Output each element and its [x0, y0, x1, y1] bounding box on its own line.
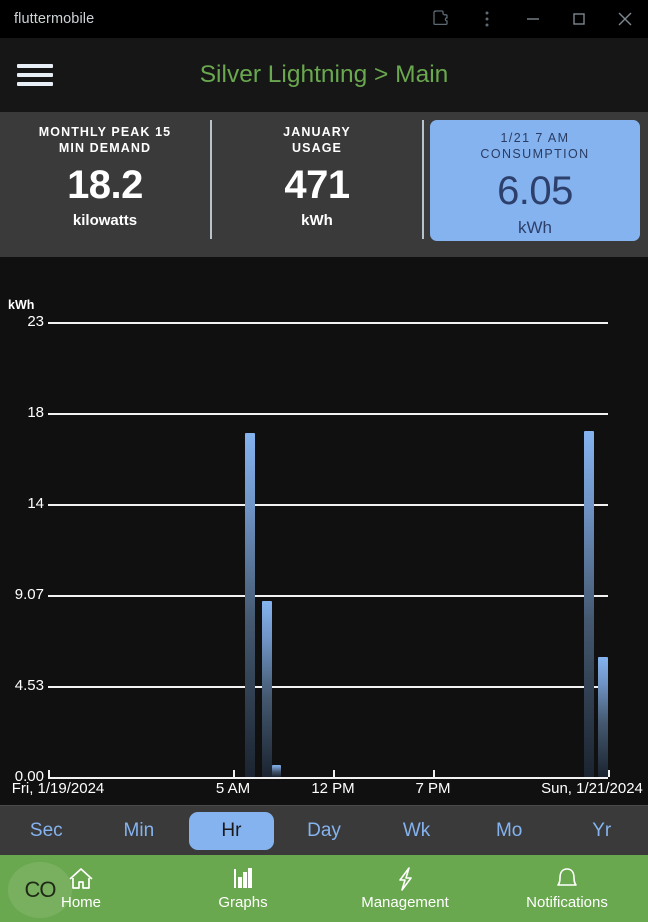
nav-item-management[interactable]: Management — [324, 866, 486, 911]
chart-gridline — [48, 686, 608, 688]
stat-unit: kilowatts — [73, 212, 137, 229]
stat-caption: JANUARY USAGE — [283, 124, 351, 156]
nav-item-notifications[interactable]: Notifications — [486, 866, 648, 911]
chart-bar[interactable] — [598, 657, 608, 777]
chart-bar[interactable] — [272, 765, 281, 777]
stat-value: 471 — [284, 162, 349, 208]
x-axis-tick-label: Fri, 1/19/2024 — [12, 780, 105, 797]
stat-caption-line2: MIN DEMAND — [59, 141, 151, 155]
app-bar: Silver Lightning > Main — [0, 38, 648, 112]
minimize-button[interactable] — [510, 0, 556, 38]
hamburger-bar — [17, 73, 53, 77]
hamburger-bar — [17, 64, 53, 68]
stat-caption-line2: USAGE — [292, 141, 342, 155]
stat-card-selected-consumption[interactable]: 1/21 7 AM CONSUMPTION 6.05 kWh — [430, 120, 640, 241]
window-titlebar: fluttermobile — [0, 0, 648, 38]
extension-icon[interactable] — [418, 0, 464, 38]
stat-unit: kWh — [518, 218, 552, 238]
x-axis-tick-label: 7 PM — [415, 780, 450, 797]
app-root: fluttermobile Silver Lightning > Main — [0, 0, 648, 922]
stat-card-january-usage: JANUARY USAGE 471 kWh — [212, 112, 422, 257]
chart-bar[interactable] — [262, 601, 272, 777]
stat-caption: 1/21 7 AM CONSUMPTION — [480, 130, 589, 162]
stat-caption-line2: CONSUMPTION — [480, 147, 589, 161]
x-axis-tick — [608, 770, 610, 777]
stat-caption-line1: MONTHLY PEAK 15 — [39, 125, 172, 139]
maximize-button[interactable] — [556, 0, 602, 38]
y-axis-tick-label: 23 — [0, 313, 44, 330]
stat-caption-line1: JANUARY — [283, 125, 351, 139]
co-overlay-badge[interactable]: CO — [8, 862, 72, 918]
nav-label: Management — [361, 894, 449, 911]
bar-chart-icon — [228, 866, 258, 892]
range-option-sec[interactable]: Sec — [4, 812, 89, 850]
stat-caption-line1: 1/21 7 AM — [501, 131, 570, 145]
hamburger-bar — [17, 82, 53, 86]
chart-gridline — [48, 504, 608, 506]
x-axis-tick-label: Sun, 1/21/2024 — [541, 780, 643, 797]
page-title: Silver Lightning > Main — [0, 61, 648, 89]
x-axis-tick — [333, 770, 335, 777]
x-axis-tick-label: 5 AM — [216, 780, 250, 797]
chart-gridline — [48, 595, 608, 597]
window-title: fluttermobile — [14, 11, 94, 27]
x-axis-tick-label: 12 PM — [311, 780, 354, 797]
chart-gridline — [48, 777, 608, 779]
chart-gridline — [48, 322, 608, 324]
hamburger-icon[interactable] — [12, 55, 58, 95]
range-option-hr[interactable]: Hr — [189, 812, 274, 850]
stat-divider — [422, 120, 424, 239]
lightning-bolt-icon — [390, 866, 420, 892]
x-axis-tick — [233, 770, 235, 777]
range-option-wk[interactable]: Wk — [374, 812, 459, 850]
y-axis-tick-label: 9.07 — [0, 586, 44, 603]
nav-label: Graphs — [218, 894, 267, 911]
stat-value: 6.05 — [497, 168, 573, 214]
overflow-menu-icon[interactable] — [464, 0, 510, 38]
range-option-mo[interactable]: Mo — [467, 812, 552, 850]
y-axis-tick-label: 4.53 — [0, 677, 44, 694]
x-axis-tick — [48, 770, 50, 777]
stat-unit: kWh — [301, 212, 333, 229]
time-range-selector[interactable]: SecMinHrDayWkMoYr — [0, 805, 648, 855]
chart-bar[interactable] — [584, 431, 594, 777]
stat-caption: MONTHLY PEAK 15 MIN DEMAND — [39, 124, 172, 156]
chart-plot-area[interactable]: 2318149.074.530.00Fri, 1/19/20245 AM12 P… — [0, 257, 648, 805]
close-button[interactable] — [602, 0, 648, 38]
bell-icon — [552, 866, 582, 892]
x-axis-tick — [433, 770, 435, 777]
range-option-min[interactable]: Min — [97, 812, 182, 850]
range-option-yr[interactable]: Yr — [559, 812, 644, 850]
nav-label: Notifications — [526, 894, 608, 911]
stat-value: 18.2 — [67, 162, 143, 208]
y-axis-tick-label: 14 — [0, 495, 44, 512]
chart-gridline — [48, 413, 608, 415]
summary-stats-row: MONTHLY PEAK 15 MIN DEMAND 18.2 kilowatt… — [0, 112, 648, 257]
bottom-navigation: Home Graphs Management Notifications — [0, 855, 648, 922]
usage-chart[interactable]: kWh 2318149.074.530.00Fri, 1/19/20245 AM… — [0, 257, 648, 805]
chart-bar[interactable] — [245, 433, 255, 777]
nav-item-graphs[interactable]: Graphs — [162, 866, 324, 911]
range-option-day[interactable]: Day — [282, 812, 367, 850]
y-axis-tick-label: 18 — [0, 404, 44, 421]
stat-card-monthly-peak-demand: MONTHLY PEAK 15 MIN DEMAND 18.2 kilowatt… — [0, 112, 210, 257]
